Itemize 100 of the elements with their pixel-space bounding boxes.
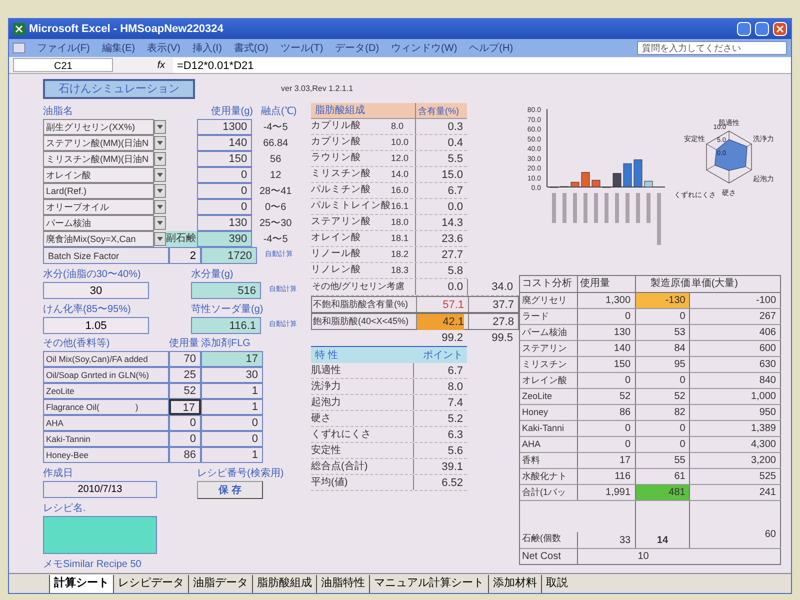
dropdown-button[interactable]	[154, 184, 166, 198]
cost-cell: 52	[636, 389, 690, 404]
dropdown-button[interactable]	[154, 232, 166, 246]
cost-cell: 61	[636, 469, 690, 484]
dropdown-button[interactable]	[154, 120, 166, 134]
additive-name: Honey-Bee	[43, 447, 169, 463]
menu-item[interactable]: ツール(T)	[280, 40, 324, 56]
dropdown-button[interactable]	[154, 152, 166, 166]
menu-item[interactable]: 挿入(I)	[192, 40, 222, 56]
column-header: 使用量(g)	[210, 105, 254, 119]
item-name: パーム核油	[520, 325, 578, 340]
point-cell: 8.0	[413, 379, 467, 394]
point-cell: 5.2	[413, 411, 467, 426]
minimize-button[interactable]	[737, 22, 751, 36]
caret-icon	[157, 189, 164, 193]
usage-cell[interactable]: 86	[169, 447, 201, 463]
unit-price-cell: 267	[690, 309, 781, 324]
menu-item[interactable]: データ(D)	[335, 40, 380, 56]
oil-select[interactable]: 廃食油Mix(Soy=X,Can	[43, 231, 154, 247]
usage-cell[interactable]: 0	[197, 183, 252, 199]
close-button[interactable]	[773, 22, 787, 36]
flag-cell[interactable]: 0	[201, 415, 263, 431]
flag-cell[interactable]: 30	[201, 367, 263, 383]
usage-cell[interactable]: 0	[197, 167, 252, 183]
oil-select[interactable]: オレイン酸	[43, 167, 154, 183]
total-cell-text: 99.5	[490, 330, 514, 346]
carbon-number: 18.1	[391, 232, 410, 245]
carbon-number: 12.0	[391, 152, 410, 165]
input-field[interactable]: 30	[43, 282, 149, 299]
unit-price-cell: 1,000	[690, 389, 781, 404]
usage-cell[interactable]: 390	[197, 231, 252, 247]
name-box[interactable]: C21	[13, 58, 113, 72]
oil-select[interactable]: ステアリン酸(MM)(日油N	[43, 135, 154, 151]
flag-cell[interactable]: 1	[201, 383, 263, 399]
point-cell: 6.3	[413, 427, 467, 442]
oil-select[interactable]: 副生グリセリン(XX%)	[43, 119, 154, 135]
usage-cell[interactable]: 130	[197, 215, 252, 231]
usage-cell: 52	[578, 389, 636, 404]
usage-cell[interactable]: 25	[169, 367, 201, 383]
melting-point-text: 12	[269, 168, 282, 182]
field-label: けん化率(85〜95%)	[43, 302, 132, 317]
usage-cell[interactable]: 70	[169, 351, 201, 367]
radar-area	[714, 139, 748, 171]
date-field[interactable]: 2010/7/13	[43, 481, 157, 498]
cost-cell: 0	[636, 421, 690, 436]
close-icon	[776, 25, 784, 33]
item-name: AHA	[520, 437, 578, 452]
function-button[interactable]: fx	[113, 58, 173, 72]
help-search-field[interactable]: 質問を入力してください	[637, 41, 787, 55]
column-header: 使用量	[169, 337, 200, 351]
usage-cell[interactable]: 0	[197, 199, 252, 215]
dropdown-button[interactable]	[154, 216, 166, 230]
menu-item[interactable]: ウィンドウ(W)	[391, 40, 458, 56]
chart-bar	[623, 163, 632, 188]
menu-item[interactable]: 書式(O)	[234, 40, 268, 56]
flag-cell[interactable]: 17	[201, 351, 263, 367]
unit-price-cell: 406	[690, 325, 781, 340]
oil-select[interactable]: パーム核油	[43, 215, 154, 231]
menu-item[interactable]: ファイル(F)	[37, 40, 90, 56]
flag-cell[interactable]: 1	[201, 399, 263, 415]
oil-select[interactable]: ミリスチン酸(MM)(日油N	[43, 151, 154, 167]
item-name: 合計(1バッ	[520, 485, 578, 500]
maximize-button[interactable]	[755, 22, 769, 36]
usage-cell[interactable]: 1300	[197, 119, 252, 135]
chart-bar	[592, 180, 600, 188]
menu-item[interactable]: 表示(V)	[147, 40, 180, 56]
summary-label: その他/グリセリン考慮	[311, 280, 406, 294]
unit-price-cell: -100	[690, 293, 781, 308]
caret-icon	[157, 205, 164, 209]
carbon-number: 18.3	[391, 264, 410, 277]
carbon-number: 14.0	[391, 168, 410, 181]
usage-cell[interactable]: 150	[197, 151, 252, 167]
sheet-tab[interactable]: 計算シート	[49, 575, 113, 593]
acid-name: カプリル酸	[311, 119, 362, 134]
acid-name: ラウリン酸	[311, 151, 362, 166]
oil-select[interactable]: オリーブオイル	[43, 199, 154, 215]
flag-cell[interactable]: 0	[201, 431, 263, 447]
unit-price-cell: 241	[690, 485, 781, 500]
dropdown-button[interactable]	[154, 200, 166, 214]
save-button[interactable]: 保 存	[197, 481, 263, 499]
input-field[interactable]: 1.05	[43, 317, 149, 334]
point-cell: 6.52	[413, 475, 467, 490]
usage-cell[interactable]: 52	[169, 383, 201, 399]
dropdown-button[interactable]	[154, 136, 166, 150]
usage-cell[interactable]: 140	[197, 135, 252, 151]
usage-cell[interactable]: 17	[169, 399, 201, 415]
menu-item[interactable]: ヘルプ(H)	[469, 40, 514, 56]
category-label-drawing	[646, 193, 650, 223]
flag-cell[interactable]: 1	[201, 447, 263, 463]
menu-item[interactable]: 編集(E)	[102, 40, 136, 56]
recipe-name-field[interactable]	[43, 516, 157, 554]
usage-cell[interactable]: 0	[169, 431, 201, 447]
oil-select[interactable]: Lard(Ref.)	[43, 183, 154, 199]
input-field[interactable]: 2	[169, 247, 201, 264]
usage-cell[interactable]: 0	[169, 415, 201, 431]
dropdown-button[interactable]	[154, 168, 166, 182]
acid-name: パルミトレイン酸	[311, 199, 391, 214]
point-cell: 6.7	[413, 363, 467, 378]
formula-field[interactable]: =D12*0.01*D21	[173, 58, 791, 72]
point-cell: 7.4	[413, 395, 467, 410]
